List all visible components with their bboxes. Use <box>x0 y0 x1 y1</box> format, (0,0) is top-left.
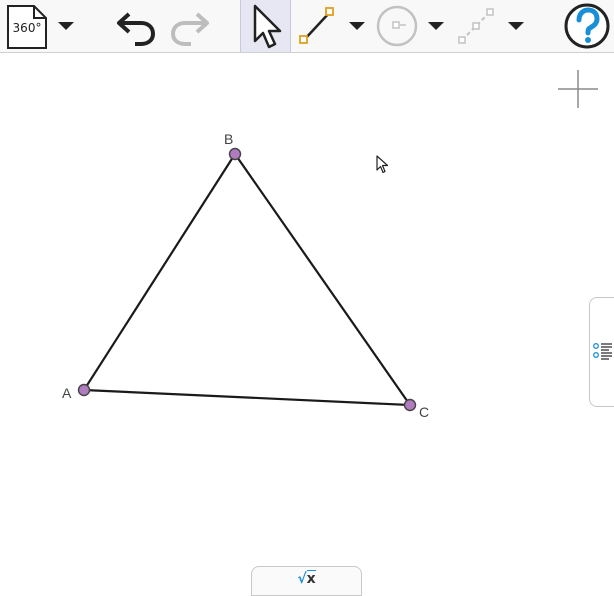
toolbar: 360° <box>0 0 614 53</box>
redo-icon <box>170 12 209 46</box>
redo-button[interactable] <box>164 0 214 52</box>
mouse-cursor-icon <box>376 155 389 174</box>
point-b[interactable] <box>228 147 242 161</box>
segment-tools-dropdown[interactable] <box>347 0 367 52</box>
graphics-view[interactable] <box>0 54 614 592</box>
select-tool-button[interactable] <box>240 0 291 52</box>
segment-ca[interactable] <box>83 388 411 407</box>
algebra-list-icon <box>593 343 612 360</box>
circle-tool-button[interactable] <box>374 0 420 52</box>
help-icon <box>564 3 610 49</box>
circle-tools-dropdown[interactable] <box>426 0 446 52</box>
sqrt-glyph: √ <box>297 571 307 587</box>
x-glyph: x <box>306 570 316 587</box>
point-c[interactable] <box>403 398 417 412</box>
undo-icon <box>117 12 156 46</box>
algebra-view-toggle[interactable] <box>589 297 614 407</box>
file-menu-button[interactable]: 360° <box>0 0 52 52</box>
plus-icon[interactable] <box>558 70 598 110</box>
sqrt-x-icon: √x <box>297 570 316 587</box>
file-menu-dropdown[interactable] <box>56 0 76 52</box>
file-menu-label: 360° <box>12 21 42 35</box>
help-button[interactable] <box>562 0 612 52</box>
segment-ab[interactable] <box>83 153 236 391</box>
line-tools-dropdown[interactable] <box>506 0 526 52</box>
chevron-down-icon <box>349 22 365 30</box>
pointer-arrow-icon <box>253 4 281 49</box>
chevron-down-icon <box>428 22 444 30</box>
segment-tool-button[interactable] <box>298 0 338 52</box>
point-a-label: A <box>62 385 72 401</box>
undo-button[interactable] <box>112 0 162 52</box>
chevron-down-icon <box>58 22 74 30</box>
segment-bc[interactable] <box>234 153 411 406</box>
point-b-label: B <box>224 131 234 147</box>
point-c-label: C <box>419 404 430 420</box>
circle-icon <box>376 5 418 47</box>
dashed-line-icon <box>458 8 494 44</box>
segment-icon <box>299 7 334 44</box>
point-a[interactable] <box>77 383 91 397</box>
line-tools-button[interactable] <box>456 0 496 52</box>
chevron-down-icon <box>508 22 524 30</box>
